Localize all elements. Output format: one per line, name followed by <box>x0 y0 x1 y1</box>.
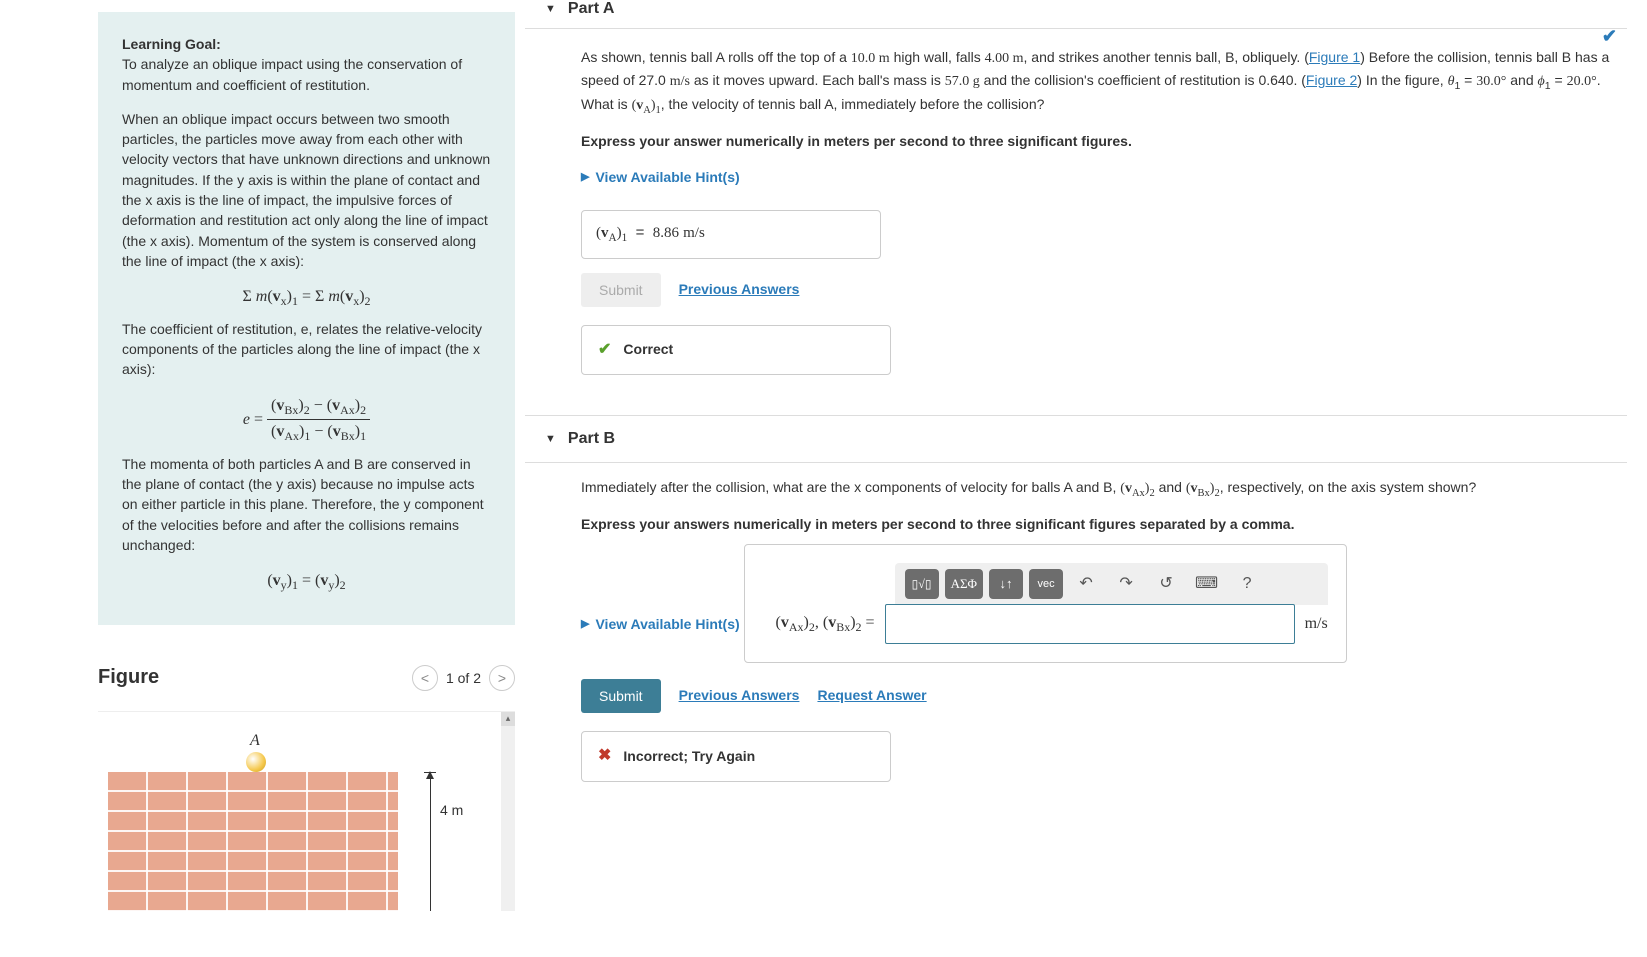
tool-redo-button[interactable]: ↷ <box>1109 569 1143 599</box>
part-a-answer-box: (vA)1 = 8.86 m/s <box>581 210 881 258</box>
part-b-body: Immediately after the collision, what ar… <box>525 471 1627 812</box>
part-a-answer-unit: m/s <box>683 225 705 241</box>
right-panel: ▼ Part A ✔ As shown, tennis ball A rolls… <box>515 0 1647 957</box>
learning-goal-box: Learning Goal: To analyze an oblique imp… <box>98 12 515 625</box>
learning-p2: The coefficient of restitution, e, relat… <box>122 319 491 380</box>
part-b-input-label: (vAx)2, (vBx)2 = <box>755 611 875 637</box>
x-icon: ✖ <box>598 744 611 769</box>
part-b-previous-answers-link[interactable]: Previous Answers <box>679 685 800 707</box>
figure-pager: < 1 of 2 > <box>412 665 515 691</box>
tool-vec-button[interactable]: vec <box>1029 569 1063 599</box>
part-a-previous-answers-link[interactable]: Previous Answers <box>679 279 800 301</box>
caret-down-icon: ▼ <box>545 433 556 445</box>
left-panel: Learning Goal: To analyze an oblique imp… <box>0 0 515 957</box>
ball-a-icon <box>246 752 266 772</box>
part-a-express: Express your answer numerically in meter… <box>581 131 1617 153</box>
equation-momentum: Σ m(vx)1 = Σ m(vx)2 <box>122 285 491 311</box>
figure-1-link[interactable]: Figure 1 <box>1309 49 1360 65</box>
figure-scrollbar[interactable]: ▴ <box>501 712 515 911</box>
check-icon: ✔ <box>598 338 611 363</box>
caret-right-icon: ▶ <box>581 616 589 633</box>
learning-goal-text: To analyze an oblique impact using the c… <box>122 56 462 92</box>
part-a-submit-button: Submit <box>581 273 661 307</box>
tool-help-button[interactable]: ? <box>1230 569 1264 599</box>
brick-wall <box>108 772 398 911</box>
dimension-line: 4 m <box>424 772 454 911</box>
tool-reset-button[interactable]: ↺ <box>1149 569 1183 599</box>
part-b-header[interactable]: ▼ Part B <box>525 415 1627 463</box>
equation-restitution: e = (vBx)2 − (vAx)2 (vAx)1 − (vBx)1 <box>122 394 491 446</box>
part-b-feedback: ✖ Incorrect; Try Again <box>581 731 891 782</box>
equation-toolbar: ▯√▯ ΑΣΦ ↓↑ vec ↶ ↷ ↺ ⌨ ? <box>895 563 1328 605</box>
figure-next-button[interactable]: > <box>489 665 515 691</box>
part-b-answer-input[interactable] <box>885 604 1295 644</box>
ball-a-label: A <box>250 732 260 750</box>
tool-keyboard-button[interactable]: ⌨ <box>1189 569 1224 599</box>
tool-greek-button[interactable]: ΑΣΦ <box>945 569 983 599</box>
scroll-up-icon[interactable]: ▴ <box>501 712 515 726</box>
dimension-label: 4 m <box>440 802 463 818</box>
part-a-title: Part A <box>568 0 615 18</box>
figure-title: Figure <box>98 666 159 689</box>
caret-right-icon: ▶ <box>581 169 589 186</box>
figure-page-label: 1 of 2 <box>446 670 481 686</box>
equation-vy: (vy)1 = (vy)2 <box>122 569 491 595</box>
learning-p3: The momenta of both particles A and B ar… <box>122 454 491 555</box>
part-a-body: As shown, tennis ball A rolls off the to… <box>525 41 1627 405</box>
part-a-header[interactable]: ▼ Part A ✔ <box>525 0 1627 29</box>
part-b-hints-toggle[interactable]: ▶ View Available Hint(s) <box>581 614 740 636</box>
part-a-answer-value: 8.86 <box>653 225 679 241</box>
part-b-request-answer-link[interactable]: Request Answer <box>817 685 926 707</box>
part-b-unit: m/s <box>1305 612 1328 637</box>
part-b-title: Part B <box>568 430 615 448</box>
tool-undo-button[interactable]: ↶ <box>1069 569 1103 599</box>
caret-down-icon: ▼ <box>545 3 556 15</box>
part-b-express: Express your answers numerically in mete… <box>581 514 1617 536</box>
learning-p1: When an oblique impact occurs between tw… <box>122 109 491 271</box>
figure-canvas: A 4 m ▴ <box>98 711 515 911</box>
figure-prev-button[interactable]: < <box>412 665 438 691</box>
check-icon: ✔ <box>1602 26 1617 47</box>
tool-subscript-button[interactable]: ↓↑ <box>989 569 1023 599</box>
tool-templates-button[interactable]: ▯√▯ <box>905 569 939 599</box>
learning-goal-title: Learning Goal: <box>122 36 221 52</box>
figure-2-link[interactable]: Figure 2 <box>1306 72 1357 88</box>
part-a-hints-toggle[interactable]: ▶ View Available Hint(s) <box>581 167 740 189</box>
part-b-submit-button[interactable]: Submit <box>581 679 661 713</box>
part-a-question: As shown, tennis ball A rolls off the to… <box>581 47 1617 119</box>
part-b-question: Immediately after the collision, what ar… <box>581 477 1617 502</box>
part-a-feedback: ✔ Correct <box>581 325 891 376</box>
figure-section: Figure < 1 of 2 > A 4 m ▴ <box>98 665 515 911</box>
